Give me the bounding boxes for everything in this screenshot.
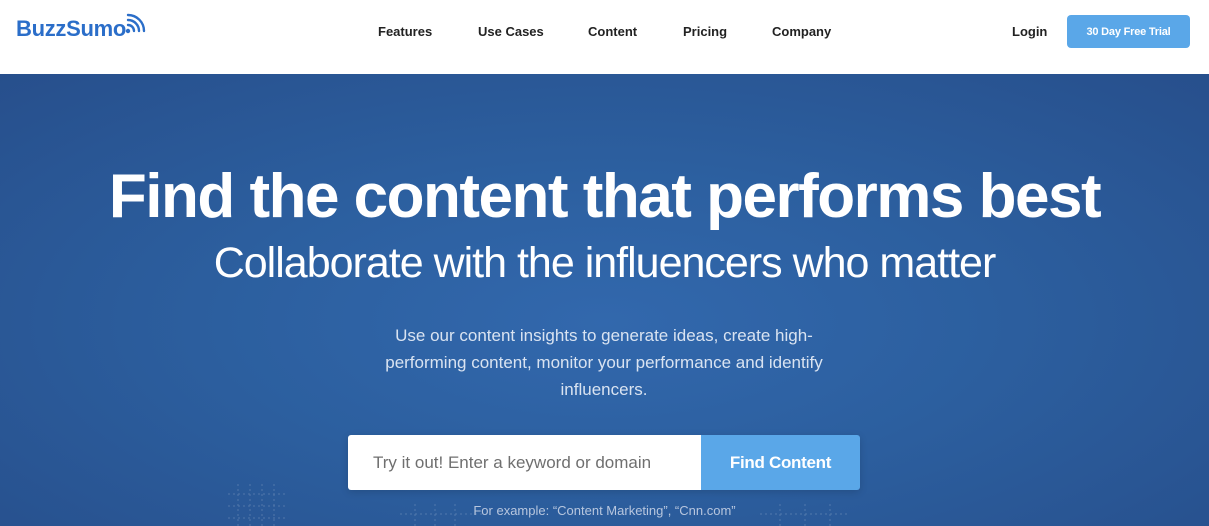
nav-item-company[interactable]: Company (772, 24, 831, 39)
hero-subheadline: Collaborate with the influencers who mat… (213, 239, 997, 287)
nav-item-content[interactable]: Content (588, 24, 637, 39)
nav-item-use-cases[interactable]: Use Cases (478, 24, 544, 39)
nav-item-features[interactable]: Features (378, 24, 432, 39)
hero-section: Find the content that performs best Coll… (0, 74, 1209, 526)
top-navigation-bar: BuzzSumo Features Use Cases Content Pric… (0, 0, 1209, 74)
nav-item-pricing[interactable]: Pricing (683, 24, 727, 39)
login-link[interactable]: Login (1012, 24, 1047, 39)
search-example-text: For example: “Content Marketing”, “Cnn.c… (473, 503, 736, 518)
find-content-button[interactable]: Find Content (701, 435, 860, 490)
hero-headline: Find the content that performs best (108, 162, 1102, 231)
hero-description: Use our content insights to generate ide… (385, 326, 823, 399)
content-search-form: Find Content (348, 435, 860, 490)
keyword-search-input[interactable] (348, 435, 701, 490)
free-trial-button[interactable]: 30 Day Free Trial (1067, 15, 1190, 48)
